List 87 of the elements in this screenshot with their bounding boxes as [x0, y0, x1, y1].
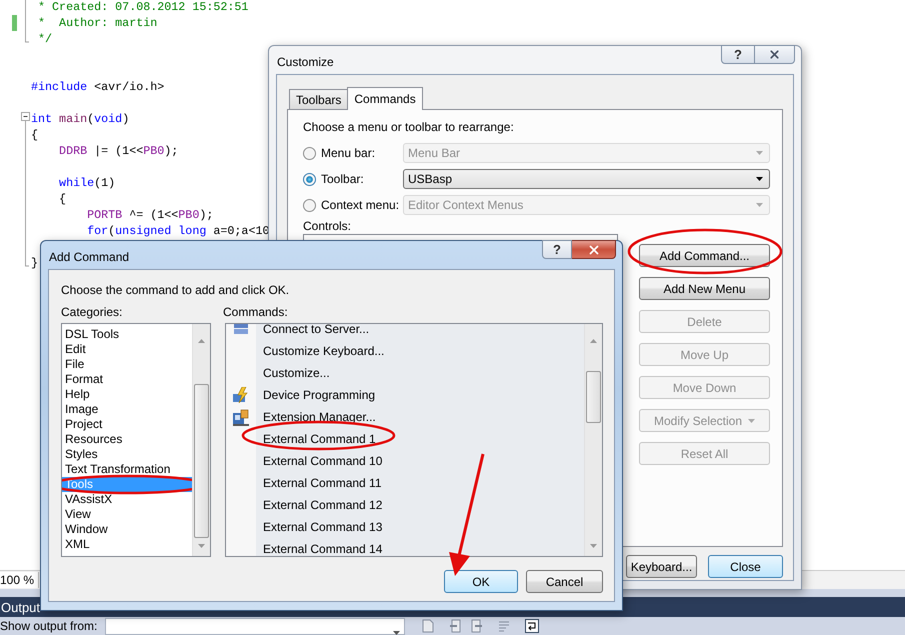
- list-item[interactable]: External Command 12: [263, 498, 382, 512]
- code-line: DDRB |= (1<<PB0);: [58, 143, 178, 159]
- list-item[interactable]: Format: [62, 372, 192, 387]
- code-line: */: [37, 31, 52, 47]
- code-line: #include <avr/io.h>: [31, 79, 164, 95]
- list-label: Categories:: [61, 305, 122, 319]
- list-item[interactable]: Help: [62, 387, 192, 402]
- help-button[interactable]: ?: [721, 45, 755, 64]
- instruction-text: Choose the command to add and click OK.: [61, 283, 290, 297]
- panel-title: Output: [1, 600, 40, 614]
- code-line: PORTB ^= (1<<PB0);: [86, 207, 214, 223]
- window-title: Customize: [277, 55, 334, 69]
- list-item[interactable]: External Command 11: [263, 476, 382, 490]
- field-label: Controls:: [303, 219, 352, 233]
- close-icon[interactable]: [768, 48, 781, 61]
- close-button[interactable]: [755, 45, 795, 64]
- list-item[interactable]: Image: [62, 402, 192, 417]
- scroll-up-icon[interactable]: [590, 339, 597, 343]
- list-item[interactable]: DSL Tools: [62, 327, 192, 342]
- code-line: * Created: 07.08.2012 15:52:51: [37, 0, 248, 15]
- close-button[interactable]: [572, 240, 616, 259]
- dialog-button[interactable]: Keyboard...: [626, 555, 697, 578]
- scroll-thumb[interactable]: [194, 384, 209, 538]
- dialog-button[interactable]: OK: [444, 570, 518, 593]
- dialog-button[interactable]: Close: [708, 555, 783, 578]
- list-item[interactable]: Device Programming: [263, 388, 376, 402]
- scroll-down-icon[interactable]: [198, 544, 205, 548]
- dropdown[interactable]: USBasp: [403, 169, 770, 189]
- next-icon[interactable]: [469, 619, 484, 633]
- list-item[interactable]: Connect to Server...: [263, 324, 370, 336]
- dropdown-arrow-icon[interactable]: [756, 177, 763, 181]
- code-line: }: [31, 255, 38, 271]
- list-item[interactable]: File: [62, 357, 192, 372]
- tab[interactable]: Toolbars: [289, 89, 348, 109]
- commands-list[interactable]: [225, 323, 603, 557]
- scroll-up-icon[interactable]: [198, 339, 205, 343]
- list-item[interactable]: External Command 13: [263, 520, 382, 534]
- radio-label[interactable]: Toolbar:: [321, 172, 364, 186]
- list-label: Commands:: [223, 305, 288, 319]
- list-item[interactable]: Customize Keyboard...: [263, 344, 384, 358]
- code-line: {: [58, 191, 66, 207]
- clear-icon[interactable]: [497, 619, 512, 633]
- radio-button[interactable]: [303, 198, 316, 212]
- help-button[interactable]: ?: [542, 240, 572, 259]
- scrollbar[interactable]: [584, 324, 602, 556]
- radio-button[interactable]: [303, 146, 316, 160]
- code-line: while(1): [58, 175, 116, 191]
- code-line: for(unsigned long a=0;a<10: [86, 223, 270, 239]
- dialog-button[interactable]: Cancel: [526, 570, 603, 593]
- window-title: Add Command: [49, 250, 130, 264]
- categories-list[interactable]: DSL Tools Edit File Format Help Image Project Resources Styles Text Transformation Tools VAssistX View Window XML: [61, 323, 211, 557]
- list-item[interactable]: Styles: [62, 447, 192, 462]
- list-item[interactable]: Edit: [62, 342, 192, 357]
- list-item[interactable]: Extension Manager...: [263, 410, 376, 424]
- document-icon[interactable]: [421, 619, 436, 633]
- word-wrap-icon[interactable]: [525, 619, 540, 633]
- lightning-icon: [232, 387, 250, 403]
- scroll-thumb[interactable]: [586, 371, 601, 423]
- zoom-level[interactable]: 100 %: [0, 572, 40, 588]
- radio-button[interactable]: [303, 172, 316, 186]
- server-icon: [233, 324, 249, 335]
- code-line: int main(void): [31, 111, 130, 127]
- radio-label[interactable]: Menu bar:: [321, 146, 376, 160]
- previous-icon[interactable]: [449, 619, 464, 633]
- radio-label[interactable]: Context menu:: [321, 198, 400, 212]
- scroll-down-icon[interactable]: [590, 544, 597, 548]
- tab[interactable]: Commands: [347, 87, 423, 110]
- list-item[interactable]: VAssistX: [62, 492, 192, 507]
- list-item[interactable]: External Command 10: [263, 454, 382, 468]
- scrollbar[interactable]: [192, 324, 210, 556]
- list-item[interactable]: XML: [62, 537, 192, 552]
- code-line: {: [31, 127, 38, 143]
- list-item[interactable]: View: [62, 507, 192, 522]
- command-button[interactable]: Add New Menu: [639, 277, 770, 300]
- list-item[interactable]: Resources: [62, 432, 192, 447]
- package-icon: [232, 408, 250, 426]
- dropdown-arrow-icon[interactable]: [393, 630, 400, 634]
- code-line: * Author: martin: [37, 15, 158, 31]
- list-item[interactable]: Text Transformation: [62, 462, 192, 477]
- list-item[interactable]: External Command 14: [263, 542, 382, 556]
- list-item[interactable]: Window: [62, 522, 192, 537]
- command-button[interactable]: Add Command...: [639, 244, 770, 267]
- instruction-text: Choose a menu or toolbar to rearrange:: [303, 120, 515, 134]
- list-item[interactable]: Project: [62, 417, 192, 432]
- field-label: Show output from:: [0, 619, 98, 633]
- list-item[interactable]: Customize...: [263, 366, 330, 380]
- close-icon[interactable]: [586, 242, 600, 256]
